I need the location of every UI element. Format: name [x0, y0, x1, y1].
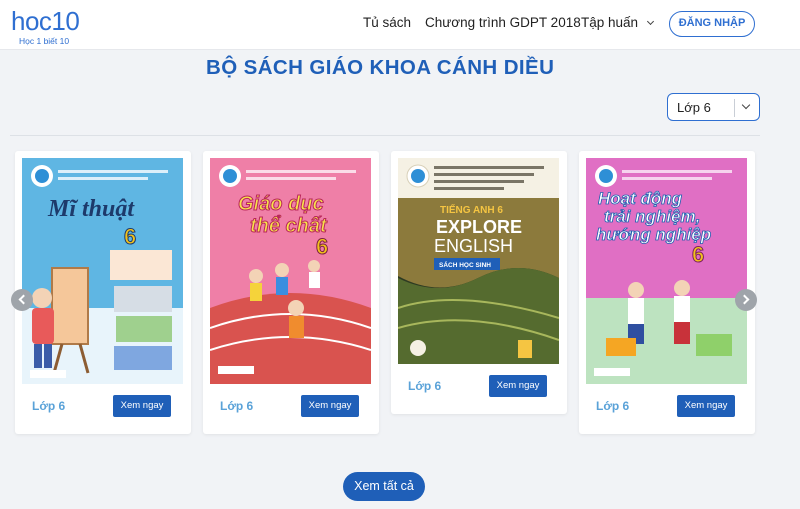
- cover-subtitle: SÁCH HỌC SINH: [439, 260, 491, 269]
- chevron-down-icon: [647, 17, 655, 26]
- cover-number: 6: [124, 224, 136, 249]
- login-button[interactable]: ĐĂNG NHẬP: [669, 11, 755, 37]
- nav-training[interactable]: Tập huấn: [581, 15, 655, 30]
- logo-text: hoc10: [11, 6, 80, 36]
- view-book-button[interactable]: Xem ngay: [113, 395, 171, 417]
- book-grade: Lớp 6: [220, 399, 254, 413]
- cover-number: 6: [316, 234, 328, 259]
- cover-title-line-1: Giáo dục: [238, 193, 324, 215]
- grade-select[interactable]: Lớp 6: [667, 93, 760, 121]
- book-grade: Lớp 6: [32, 399, 66, 413]
- cover-subject: TIẾNG ANH 6: [440, 203, 503, 216]
- view-book-button[interactable]: Xem ngay: [301, 395, 359, 417]
- book-grade: Lớp 6: [596, 399, 630, 413]
- book-card-physical-education[interactable]: Giáo dục thể chất 6 Lớp 6 Xem ngay: [203, 151, 379, 434]
- cover-title-line-2: trải nghiệm,: [604, 207, 700, 226]
- cover-title-line-1: Hoạt động: [598, 189, 683, 208]
- book-card-experiential-activities[interactable]: Hoạt động trải nghiệm, hướng nghiệp 6 Lớ…: [579, 151, 755, 434]
- chevron-right-icon: [739, 294, 750, 305]
- grade-select-value: Lớp 6: [677, 100, 711, 115]
- book-cover-art[interactable]: Mĩ thuật 6: [22, 158, 183, 384]
- top-header: hoc10 Học 1 biết 10 Tủ sách Chương trình…: [0, 0, 800, 50]
- carousel-next-button[interactable]: [735, 289, 757, 311]
- carousel-prev-button[interactable]: [11, 289, 33, 311]
- hoc10-logo[interactable]: hoc10 Học 1 biết 10: [11, 6, 91, 46]
- nav-gdpt-2018[interactable]: Chương trình GDPT 2018: [425, 15, 581, 30]
- nav-bookshelf[interactable]: Tủ sách: [363, 15, 411, 30]
- section-title: BỘ SÁCH GIÁO KHOA CÁNH DIỀU: [206, 56, 555, 79]
- view-book-button[interactable]: Xem ngay: [489, 375, 547, 397]
- select-separator: [734, 99, 735, 117]
- view-book-button[interactable]: Xem ngay: [677, 395, 735, 417]
- cover-number: 6: [692, 242, 704, 267]
- chevron-left-icon: [18, 294, 29, 305]
- cover-title-line-1: EXPLORE: [436, 217, 522, 237]
- logo-tagline: Học 1 biết 10: [19, 36, 70, 46]
- book-cover-english[interactable]: TIẾNG ANH 6 EXPLORE ENGLISH SÁCH HỌC SIN…: [398, 158, 559, 364]
- nav-training-label: Tập huấn: [581, 15, 639, 30]
- book-cover-experiential-activities[interactable]: Hoạt động trải nghiệm, hướng nghiệp 6: [586, 158, 747, 384]
- book-card-art[interactable]: Mĩ thuật 6 Lớp 6 Xem ngay: [15, 151, 191, 434]
- book-cover-physical-education[interactable]: Giáo dục thể chất 6: [210, 158, 371, 384]
- book-grade: Lớp 6: [408, 379, 442, 393]
- cover-title-line-2: ENGLISH: [434, 236, 513, 256]
- chevron-down-icon: [741, 100, 751, 110]
- view-all-button[interactable]: Xem tất cả: [343, 472, 425, 501]
- section-divider: [10, 135, 760, 136]
- book-card-english[interactable]: TIẾNG ANH 6 EXPLORE ENGLISH SÁCH HỌC SIN…: [391, 151, 567, 414]
- cover-title: Mĩ thuật: [47, 196, 135, 222]
